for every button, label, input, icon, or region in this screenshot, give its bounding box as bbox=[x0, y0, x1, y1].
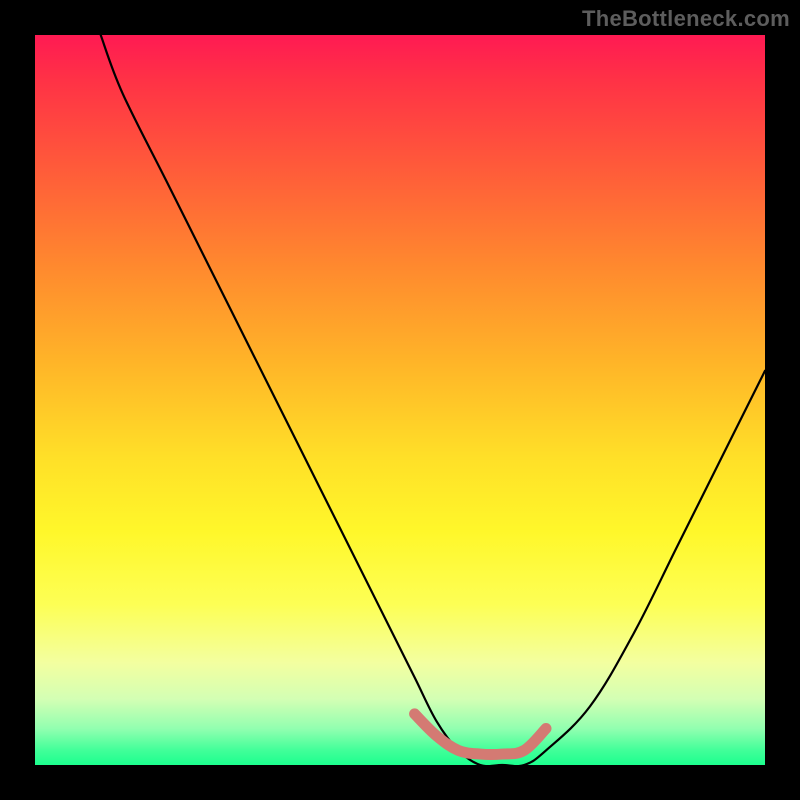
chart-frame: TheBottleneck.com bbox=[0, 0, 800, 800]
watermark-text: TheBottleneck.com bbox=[582, 6, 790, 32]
sweet-spot-marker bbox=[415, 714, 546, 755]
chart-svg bbox=[35, 35, 765, 765]
plot-area bbox=[35, 35, 765, 765]
bottleneck-curve bbox=[101, 35, 765, 765]
